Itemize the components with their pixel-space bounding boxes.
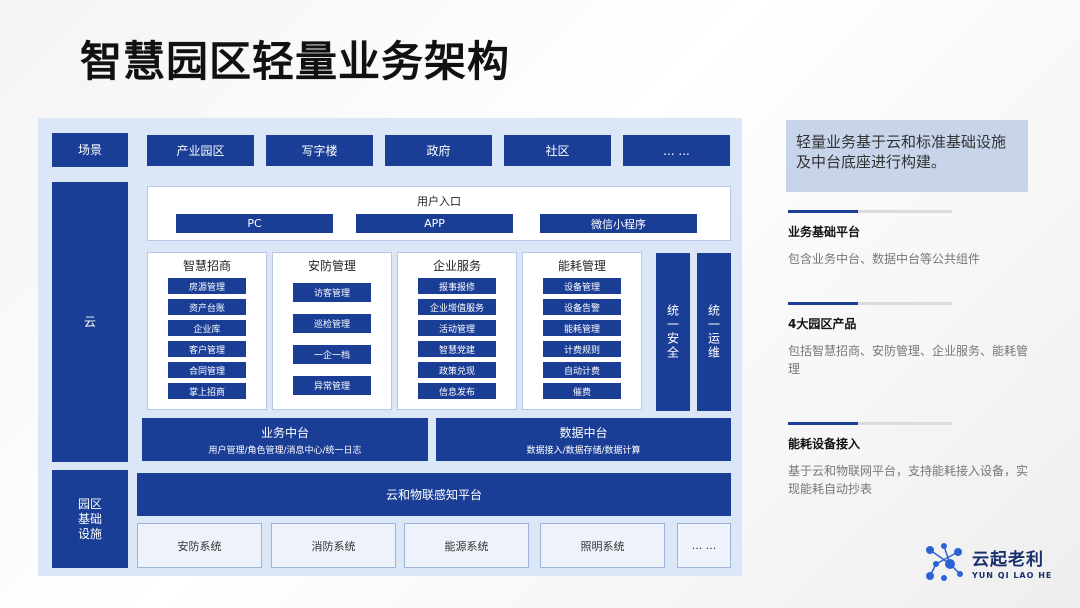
page-title: 智慧园区轻量业务架构 (80, 37, 511, 86)
module-item: 资产台账 (168, 299, 246, 315)
user-entry-title: 用户入口 (417, 195, 461, 208)
scene-item: 写字楼 (266, 135, 373, 166)
feature-block: 4大园区产品 包括智慧招商、安防管理、企业服务、能耗管理 (788, 302, 1038, 378)
entry-pc: PC (176, 214, 333, 233)
user-entry-box: 用户入口 PC APP 微信小程序 (147, 186, 731, 241)
module-item: 自动计费 (543, 362, 621, 378)
system-item: 能源系统 (404, 523, 529, 568)
module-item: 能耗管理 (543, 320, 621, 336)
module-title: 能耗管理 (557, 259, 606, 273)
module-item: 信息发布 (418, 383, 496, 399)
scene-item: 社区 (504, 135, 611, 166)
module-item: 异常管理 (293, 376, 371, 395)
logo-name: 云起老利 (972, 549, 1044, 570)
feature-block: 业务基础平台 包含业务中台、数据中台等公共组件 (788, 210, 1038, 268)
module-title: 智慧招商 (182, 259, 231, 273)
entry-wechat-miniprogram: 微信小程序 (540, 214, 697, 233)
architecture-diagram: 场景 云 园区 基础 设施 产业园区 写字楼 政府 社区 ... ... 用户入… (38, 118, 742, 576)
logo-text: 云起老利 YUN QI LAO HE (972, 545, 1052, 580)
platform-title: 业务中台 (260, 425, 309, 440)
module-item: 报事报修 (418, 278, 496, 294)
platform-subtitle: 数据接入/数据存储/数据计算 (526, 445, 641, 456)
scene-item: ... ... (623, 135, 730, 166)
module-item: 活动管理 (418, 320, 496, 336)
feature-block: 能耗设备接入 基于云和物联网平台，支持能耗接入设备，实现能耗自动抄表 (788, 422, 1038, 498)
module-item: 巡检管理 (293, 314, 371, 333)
feature-desc: 基于云和物联网平台，支持能耗接入设备，实现能耗自动抄表 (788, 464, 1029, 496)
feature-title: 业务基础平台 (788, 225, 861, 239)
module-item: 企业库 (168, 320, 246, 336)
module-item: 房源管理 (168, 278, 246, 294)
module-title: 企业服务 (432, 259, 481, 273)
system-item: 照明系统 (540, 523, 665, 568)
scene-item: 产业园区 (147, 135, 254, 166)
feature-title: 4大园区产品 (788, 317, 857, 331)
module-qiye: 企业服务 报事报修 企业增值服务 活动管理 智慧党建 政策兑现 信息发布 (397, 252, 517, 410)
module-item: 掌上招商 (168, 383, 246, 399)
system-item: 安防系统 (137, 523, 262, 568)
logo-pinyin: YUN QI LAO HE (972, 570, 1053, 580)
system-item: ... ... (677, 523, 731, 568)
unified-ops: 统一运维 (697, 253, 731, 411)
iot-platform: 云和物联感知平台 (137, 473, 731, 516)
module-title: 安防管理 (307, 259, 356, 273)
module-item: 设备告警 (543, 299, 621, 315)
brand-logo: 云起老利 YUN QI LAO HE (922, 540, 1052, 584)
feature-desc: 包括智慧招商、安防管理、企业服务、能耗管理 (788, 344, 1029, 376)
row-label-scene: 场景 (52, 133, 128, 167)
platform-subtitle: 用户管理/角色管理/消息中心/统一日志 (208, 445, 362, 456)
feature-divider (788, 210, 952, 213)
module-item: 智慧党建 (418, 341, 496, 357)
network-dots-icon (926, 543, 963, 581)
module-anfang: 安防管理 访客管理 巡检管理 一企一档 异常管理 (272, 252, 392, 410)
module-item: 合同管理 (168, 362, 246, 378)
data-middle-platform: 数据中台 数据接入/数据存储/数据计算 (436, 418, 731, 461)
entry-app: APP (356, 214, 513, 233)
module-item: 客户管理 (168, 341, 246, 357)
feature-desc: 包含业务中台、数据中台等公共组件 (788, 252, 981, 266)
module-nenghao: 能耗管理 设备管理 设备告警 能耗管理 计费规则 自动计费 催费 (522, 252, 642, 410)
summary-note: 轻量业务基于云和标准基础设施及中台底座进行构建。 (786, 120, 1028, 192)
module-item: 设备管理 (543, 278, 621, 294)
module-item: 催费 (543, 383, 621, 399)
module-item: 政策兑现 (418, 362, 496, 378)
module-item: 企业增值服务 (418, 299, 496, 315)
module-item: 一企一档 (293, 345, 371, 364)
platform-title: 数据中台 (559, 425, 608, 440)
feature-divider (788, 302, 952, 305)
row-label-cloud: 云 (52, 182, 128, 462)
system-item: 消防系统 (271, 523, 396, 568)
unified-security-label: 统一安全 (665, 304, 680, 360)
row-label-infra: 园区 基础 设施 (52, 470, 128, 568)
business-middle-platform: 业务中台 用户管理/角色管理/消息中心/统一日志 (142, 418, 428, 461)
unified-ops-label: 统一运维 (706, 304, 721, 360)
scene-item: 政府 (385, 135, 492, 166)
module-item: 访客管理 (293, 283, 371, 302)
feature-title: 能耗设备接入 (788, 437, 861, 451)
unified-security: 统一安全 (656, 253, 690, 411)
module-item: 计费规则 (543, 341, 621, 357)
module-zhaoshang: 智慧招商 房源管理 资产台账 企业库 客户管理 合同管理 掌上招商 (147, 252, 267, 410)
feature-divider (788, 422, 952, 425)
